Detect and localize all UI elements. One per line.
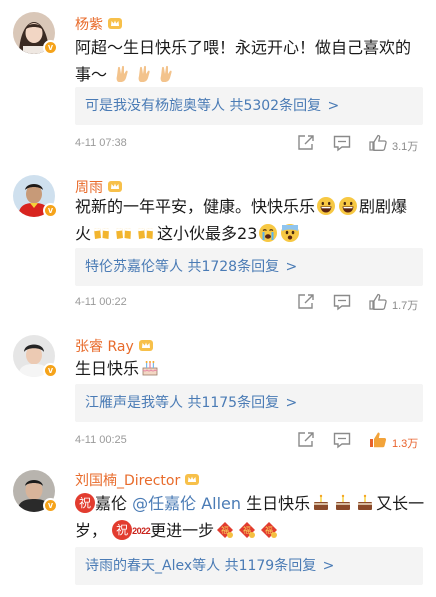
reply-preview-box[interactable]: 江雁声是我等人 共1175条回复 >	[75, 384, 423, 422]
verified-badge: v	[43, 498, 58, 513]
reply-preview-box[interactable]: 特伦苏嘉伦等人 共1728条回复 >	[75, 248, 423, 286]
username[interactable]: 杨紫	[75, 17, 103, 33]
comment-text-part: 剧剧爆	[359, 197, 408, 216]
chevron-right-icon: >	[285, 395, 298, 411]
comment-icon[interactable]	[332, 430, 352, 450]
like-count: 1.7万	[392, 300, 419, 312]
comment-text-part: 嘉伦	[95, 494, 128, 513]
year-badge: 2022	[132, 526, 151, 536]
crown-icon	[138, 340, 153, 351]
like-count: 1.3万	[392, 438, 419, 450]
reply-count[interactable]: 共5302条回复	[229, 98, 321, 114]
loudly-crying-face-icon	[259, 224, 278, 242]
svg-text:福: 福	[243, 526, 251, 535]
comment-text-part: 生日快乐	[246, 494, 311, 513]
verified-badge: v	[43, 203, 58, 218]
chevron-right-icon: >	[322, 558, 335, 574]
comment-text-part: 事～	[75, 65, 108, 84]
username[interactable]: 张睿 Ray	[75, 339, 134, 355]
victory-hand-icon	[138, 65, 150, 82]
grinning-face-icon	[317, 197, 336, 215]
comment-meta: 4-11 00:22 1.7万	[0, 292, 436, 316]
blessing-badge: 祝	[75, 493, 95, 513]
chevron-right-icon: >	[327, 98, 340, 114]
victory-hand-icon	[116, 65, 128, 82]
mention-link[interactable]: @任嘉伦 Allen	[132, 494, 241, 513]
svg-text:福: 福	[221, 526, 229, 535]
username-link[interactable]: 张睿 Ray	[75, 336, 154, 356]
reply-count[interactable]: 共1175条回复	[187, 395, 279, 411]
blessing-badge: 祝	[112, 520, 133, 540]
crown-icon	[108, 181, 122, 192]
comment-text: 祝嘉伦 @任嘉伦 Allen 生日快乐 又长一 岁， 祝 2022更进一步福福福	[75, 490, 425, 545]
reply-preview-box[interactable]: 诗雨的春天_Alex等人 共1179条回复 >	[75, 547, 423, 585]
fu-blessing-icon: 福	[239, 522, 256, 538]
reply-preview-text[interactable]: 江雁声是我等人	[85, 395, 183, 411]
comment-icon[interactable]	[332, 292, 352, 312]
comment-text-part: 更进一步	[150, 521, 215, 540]
beer-mugs-icon	[94, 228, 110, 239]
reply-count[interactable]: 共1728条回复	[187, 259, 279, 275]
reply-preview-text[interactable]: 特伦苏嘉伦等人	[85, 259, 183, 275]
crown-icon	[185, 474, 200, 485]
comment-text: 生日快乐	[75, 355, 425, 382]
birthday-cake-icon	[142, 361, 158, 376]
username[interactable]: 刘国楠_Director	[75, 473, 180, 489]
share-icon[interactable]	[296, 292, 316, 312]
comment-text-part: 阿超～生日快乐了喂！永远开心！做自己喜欢的	[75, 38, 412, 57]
comment-text-part: 火	[75, 224, 92, 243]
verified-badge: v	[43, 40, 58, 55]
fu-blessing-icon: 福	[217, 522, 234, 538]
svg-text:福: 福	[265, 526, 273, 535]
comment-text-part: 又长一	[376, 494, 425, 513]
comment-icon[interactable]	[332, 133, 352, 153]
grinning-face-icon	[339, 197, 358, 215]
timestamp: 4-11 00:22	[75, 296, 127, 308]
verified-badge: v	[43, 363, 58, 378]
birthday-cake-icon	[336, 494, 351, 510]
comment-text-part: 祝新的一年平安，健康。快快乐乐	[75, 197, 316, 216]
beer-mugs-icon	[116, 228, 132, 239]
birthday-cake-icon	[358, 494, 373, 510]
like-icon[interactable]	[368, 133, 388, 153]
like-icon[interactable]	[368, 292, 388, 312]
beer-mugs-icon	[138, 228, 154, 239]
comment-meta: 4-11 07:38 3.1万	[0, 133, 436, 157]
birthday-cake-icon	[314, 494, 329, 510]
like-icon-active[interactable]	[368, 430, 388, 450]
crown-icon	[108, 18, 122, 29]
comment-text-part: 生日快乐	[75, 359, 140, 378]
reply-preview-text[interactable]: 可是我没有杨旎奥等人	[85, 98, 225, 114]
share-icon[interactable]	[296, 133, 316, 153]
fu-blessing-icon: 福	[261, 522, 278, 538]
fearful-face-icon	[281, 224, 300, 242]
share-icon[interactable]	[296, 430, 316, 450]
reply-preview-box[interactable]: 可是我没有杨旎奥等人 共5302条回复 >	[75, 87, 423, 125]
chevron-right-icon: >	[285, 259, 298, 275]
timestamp: 4-11 07:38	[75, 137, 127, 149]
comment-text-part: 岁，	[75, 521, 108, 540]
comment-text: 阿超～生日快乐了喂！永远开心！做自己喜欢的 事～	[75, 34, 425, 88]
victory-hand-icon	[160, 65, 172, 82]
comment-text-part: 这小伙最多23	[157, 224, 258, 243]
comment-text: 祝新的一年平安，健康。快快乐乐 剧剧爆 火 这小伙最多23	[75, 193, 425, 247]
comment-meta: 4-11 00:25 1.3万	[0, 430, 436, 454]
username-link[interactable]: 杨紫	[75, 14, 123, 34]
timestamp: 4-11 00:25	[75, 434, 127, 446]
reply-count[interactable]: 共1179条回复	[225, 558, 317, 574]
like-count: 3.1万	[392, 141, 419, 153]
reply-preview-text[interactable]: 诗雨的春天_Alex等人	[85, 558, 220, 574]
username-link[interactable]: 刘国楠_Director	[75, 470, 200, 490]
